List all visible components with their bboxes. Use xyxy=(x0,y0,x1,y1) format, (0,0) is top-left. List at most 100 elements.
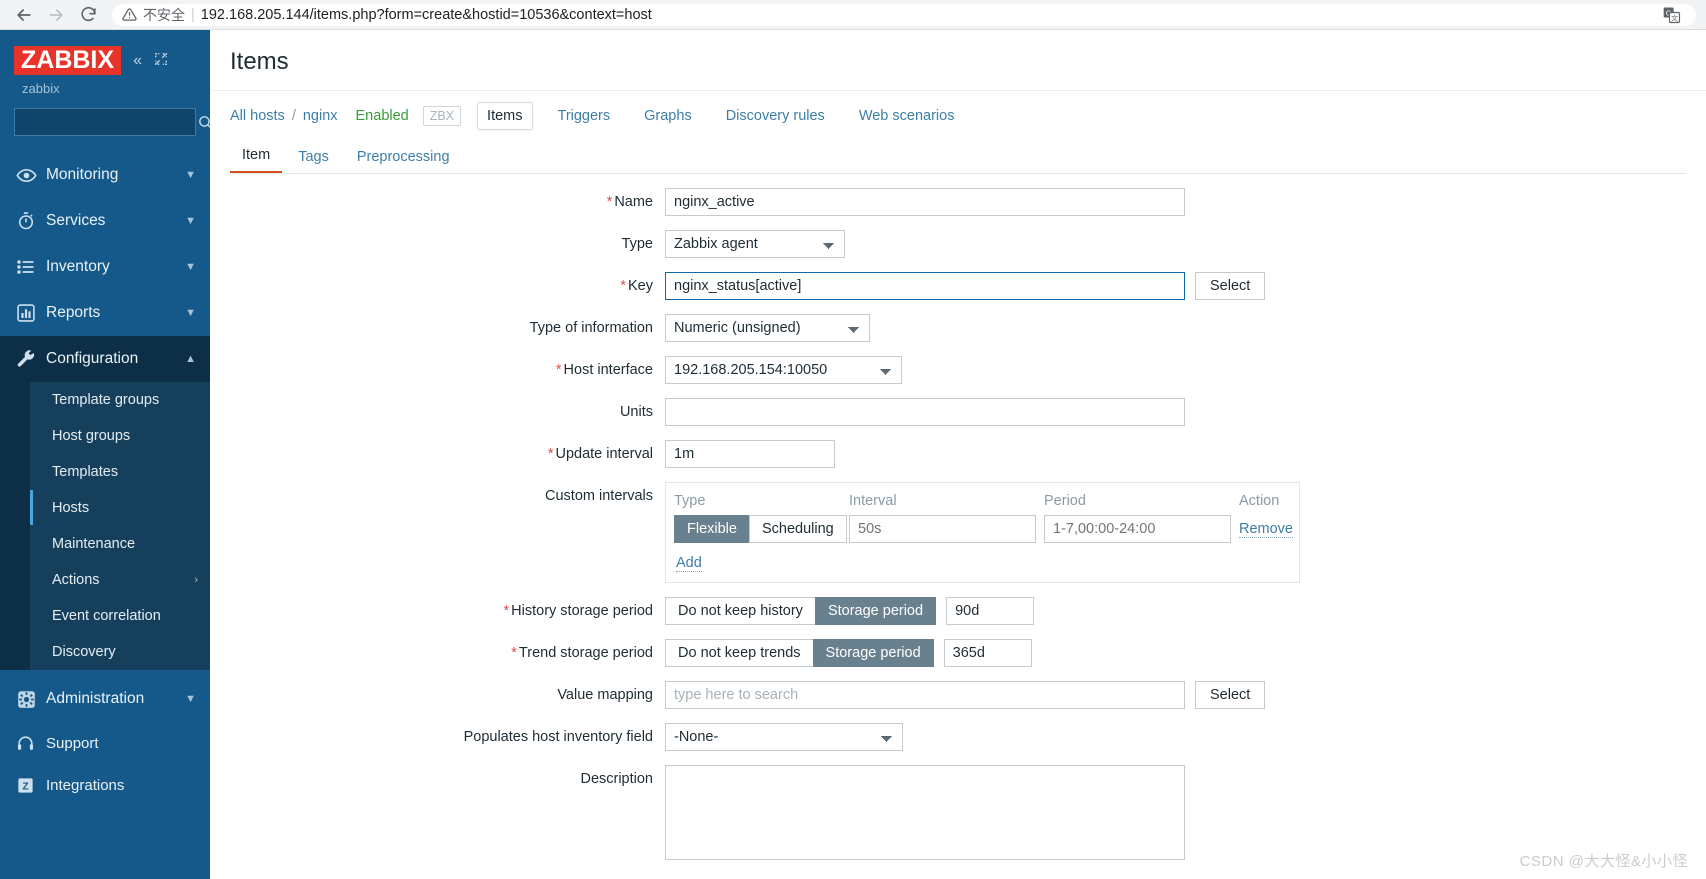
name-input[interactable] xyxy=(665,188,1185,216)
reload-icon[interactable] xyxy=(74,1,102,29)
history-storage-period-control: Do not keep history Storage period xyxy=(665,597,1035,625)
sidebar-item-monitoring[interactable]: Monitoring ▼ xyxy=(0,152,210,198)
submenu-label: Maintenance xyxy=(52,535,136,552)
warning-triangle-icon xyxy=(122,7,137,22)
form-row-description: Description xyxy=(210,765,1706,860)
chevron-down-icon: ▼ xyxy=(185,307,196,320)
sidebar-item-actions[interactable]: Actions › xyxy=(30,562,210,599)
description-label: Description xyxy=(210,765,665,787)
form-row-host-interface: * Host interface 192.168.205.154:10050 xyxy=(210,356,1706,384)
zbx-availability-badge[interactable]: ZBX xyxy=(422,105,462,126)
sidebar-username: zabbix xyxy=(22,81,60,97)
tab-tags[interactable]: Tags xyxy=(286,142,341,173)
type-of-information-select[interactable]: Numeric (unsigned) xyxy=(665,314,870,342)
units-input[interactable] xyxy=(665,398,1185,426)
sidebar-item-integrations[interactable]: Z Integrations xyxy=(0,764,210,806)
column-header-period: Period xyxy=(1044,493,1086,509)
tab-item[interactable]: Item xyxy=(230,140,283,173)
history-storage-period-label: * History storage period xyxy=(210,597,665,619)
type-select[interactable]: Zabbix agent xyxy=(665,230,845,258)
sidebar-item-label: Configuration xyxy=(46,350,139,368)
toggle-do-not-keep-history[interactable]: Do not keep history xyxy=(665,597,816,625)
description-textarea[interactable] xyxy=(665,765,1185,860)
stopwatch-icon xyxy=(16,211,46,231)
sidebar-item-host-groups[interactable]: Host groups xyxy=(30,418,210,455)
form-row-name: * Name xyxy=(210,188,1706,216)
breadcrumb-host[interactable]: nginx xyxy=(303,108,338,124)
host-tab-discovery-rules[interactable]: Discovery rules xyxy=(717,103,834,129)
add-interval-link[interactable]: Add xyxy=(676,555,702,572)
populates-host-inventory-field-control: -None- xyxy=(665,723,903,751)
headset-icon xyxy=(16,734,46,753)
zabbix-logo[interactable]: ZABBIX xyxy=(14,46,122,76)
sidebar-item-inventory[interactable]: Inventory ▼ xyxy=(0,244,210,290)
toggle-trend-storage-period[interactable]: Storage period xyxy=(812,639,934,667)
submenu-label: Hosts xyxy=(52,499,90,516)
form-row-custom-intervals: Custom intervals Type Interval Period Ac… xyxy=(210,482,1706,583)
sidebar-item-support[interactable]: Support xyxy=(0,722,210,764)
sidebar-item-event-correlation[interactable]: Event correlation xyxy=(30,598,210,635)
key-label: * Key xyxy=(210,272,665,294)
host-tab-triggers[interactable]: Triggers xyxy=(549,103,620,129)
form-tabstrip: Item Tags Preprocessing xyxy=(230,140,1686,174)
type-toggle-group: Flexible Scheduling xyxy=(674,515,849,543)
host-tab-items[interactable]: Items xyxy=(477,101,533,130)
host-tab-web-scenarios[interactable]: Web scenarios xyxy=(850,103,964,129)
trend-storage-period-input[interactable] xyxy=(943,639,1032,667)
sidebar-item-configuration[interactable]: Configuration ▲ xyxy=(0,336,210,383)
value-mapping-input[interactable] xyxy=(665,681,1185,709)
toggle-history-storage-period[interactable]: Storage period xyxy=(814,597,937,625)
sidebar-item-label: Inventory xyxy=(46,258,110,276)
sidebar-item-discovery[interactable]: Discovery xyxy=(30,634,210,671)
back-arrow-icon[interactable] xyxy=(10,1,38,29)
sidebar-search-wrap xyxy=(0,108,210,152)
zabbix-z-icon: Z xyxy=(16,776,46,795)
svg-text:文: 文 xyxy=(1671,13,1678,22)
collapse-sidebar-icon[interactable]: « xyxy=(133,52,142,69)
update-interval-input[interactable] xyxy=(665,440,835,468)
sidebar-item-template-groups[interactable]: Template groups xyxy=(30,382,210,419)
sidebar-item-label: Reports xyxy=(46,304,101,322)
sidebar-item-administration[interactable]: Administration ▼ xyxy=(0,676,210,722)
key-input[interactable] xyxy=(665,272,1185,300)
update-interval-label: * Update interval xyxy=(210,440,665,462)
label-text: Host interface xyxy=(563,362,653,378)
toggle-do-not-keep-trends[interactable]: Do not keep trends xyxy=(665,639,814,667)
column-header-type: Type xyxy=(674,493,706,509)
interval-input[interactable] xyxy=(849,515,1036,543)
populates-host-inventory-field-select[interactable]: -None- xyxy=(665,723,903,751)
sidebar-item-services[interactable]: Services ▼ xyxy=(0,198,210,244)
chevron-down-icon: ▼ xyxy=(185,261,196,274)
host-status-link[interactable]: Enabled xyxy=(356,108,409,124)
search-input[interactable] xyxy=(21,114,197,130)
chevron-right-icon: › xyxy=(194,573,198,586)
remove-interval-link[interactable]: Remove xyxy=(1239,521,1293,538)
sidebar-item-hosts[interactable]: Hosts xyxy=(30,490,210,527)
tab-preprocessing[interactable]: Preprocessing xyxy=(345,142,462,173)
search-icon[interactable] xyxy=(197,114,210,131)
sidebar-item-reports[interactable]: Reports ▼ xyxy=(0,290,210,336)
column-header-action: Action xyxy=(1239,493,1280,509)
hide-sidebar-icon[interactable] xyxy=(154,52,168,70)
key-control: Select xyxy=(665,272,1266,300)
value-mapping-select-button[interactable]: Select xyxy=(1195,681,1266,709)
key-select-button[interactable]: Select xyxy=(1195,272,1266,300)
breadcrumb-all-hosts[interactable]: All hosts xyxy=(230,108,285,124)
value-mapping-label: Value mapping xyxy=(210,681,665,703)
sidebar-item-maintenance[interactable]: Maintenance xyxy=(30,526,210,563)
toggle-flexible[interactable]: Flexible xyxy=(674,515,750,543)
form-row-type: Type Zabbix agent xyxy=(210,230,1706,258)
type-of-information-label: Type of information xyxy=(210,314,665,336)
address-bar[interactable]: 不安全 | 192.168.205.144/items.php?form=cre… xyxy=(112,3,1696,26)
translate-icon[interactable]: G 文 xyxy=(1662,5,1682,25)
host-tab-graphs[interactable]: Graphs xyxy=(635,103,701,129)
history-storage-period-input[interactable] xyxy=(946,597,1035,625)
forward-arrow-icon[interactable] xyxy=(42,1,70,29)
sidebar-item-templates[interactable]: Templates xyxy=(30,454,210,491)
history-toggle-group: Do not keep history Storage period xyxy=(665,597,937,625)
sidebar-search[interactable] xyxy=(14,108,210,137)
watermark: CSDN @大大怪&小小怪 xyxy=(1519,853,1688,870)
host-interface-select[interactable]: 192.168.205.154:10050 xyxy=(665,356,902,384)
toggle-scheduling[interactable]: Scheduling xyxy=(748,515,847,543)
period-input[interactable] xyxy=(1044,515,1231,543)
